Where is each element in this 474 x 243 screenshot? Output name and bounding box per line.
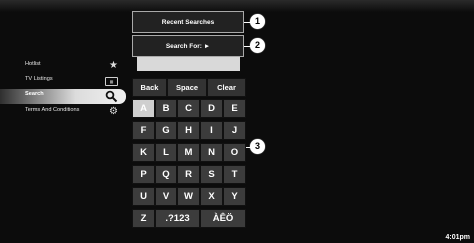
key-s[interactable]: S	[200, 165, 223, 184]
key-v[interactable]: V	[155, 187, 177, 206]
key-o[interactable]: O	[223, 143, 246, 162]
search-icon	[105, 90, 118, 106]
callout-3: 3	[250, 139, 265, 154]
callout-2: 2	[250, 38, 265, 53]
key-r[interactable]: R	[177, 165, 200, 184]
key-n[interactable]: N	[200, 143, 223, 162]
key-u[interactable]: U	[132, 187, 155, 206]
clock: 4:01pm	[445, 234, 470, 241]
key-m[interactable]: M	[177, 143, 200, 162]
sidebar-item-label: Terms And Conditions	[25, 107, 80, 113]
sidebar-item-label: Hotlist	[25, 61, 41, 67]
settings-icon: ⚙	[109, 106, 118, 117]
key-k[interactable]: K	[132, 143, 155, 162]
space-key[interactable]: Space	[167, 78, 207, 97]
back-key[interactable]: Back	[132, 78, 167, 97]
tv-guide-icon: ▦	[105, 75, 118, 86]
recent-searches-button[interactable]: Recent Searches	[132, 11, 244, 33]
callout-1: 1	[250, 14, 265, 29]
sidebar-item-label: Search	[25, 91, 44, 97]
sidebar-item-tv-listings[interactable]: TV Listings ▦	[0, 75, 126, 88]
tv-search-screen: Hotlist ★ TV Listings ▦ Search Terms And…	[0, 0, 474, 243]
key-t[interactable]: T	[223, 165, 246, 184]
sidebar-item-hotlist[interactable]: Hotlist ★	[0, 60, 126, 73]
accents-key[interactable]: ÀÊÖ	[200, 209, 246, 228]
sidebar-item-search[interactable]: Search	[0, 89, 126, 104]
key-p[interactable]: P	[132, 165, 155, 184]
key-l[interactable]: L	[155, 143, 177, 162]
key-d[interactable]: D	[200, 99, 223, 118]
symbols-key[interactable]: .?123	[155, 209, 200, 228]
key-i[interactable]: I	[200, 121, 223, 140]
key-j[interactable]: J	[223, 121, 246, 140]
key-z[interactable]: Z	[132, 209, 155, 228]
search-input[interactable]	[137, 57, 240, 71]
key-a[interactable]: A	[132, 99, 155, 118]
key-y[interactable]: Y	[223, 187, 246, 206]
key-b[interactable]: B	[155, 99, 177, 118]
sidebar-item-label: TV Listings	[25, 76, 53, 82]
key-h[interactable]: H	[177, 121, 200, 140]
key-f[interactable]: F	[132, 121, 155, 140]
sidebar-item-terms[interactable]: Terms And Conditions ⚙	[0, 106, 126, 119]
clear-key[interactable]: Clear	[207, 78, 246, 97]
key-x[interactable]: X	[200, 187, 223, 206]
key-w[interactable]: W	[177, 187, 200, 206]
key-c[interactable]: C	[177, 99, 200, 118]
key-g[interactable]: G	[155, 121, 177, 140]
search-for-button[interactable]: Search For: ►	[132, 35, 244, 57]
star-icon: ★	[109, 60, 118, 71]
key-e[interactable]: E	[223, 99, 246, 118]
key-q[interactable]: Q	[155, 165, 177, 184]
